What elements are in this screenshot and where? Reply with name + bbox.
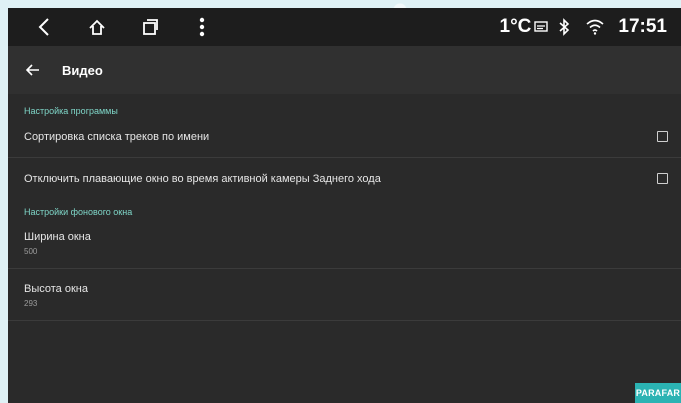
setting-label: Сортировка списка треков по имени xyxy=(24,130,210,143)
section-header-program: Настройка программы xyxy=(24,106,118,116)
status-bar: 1°C 17:51 xyxy=(8,8,681,46)
section-header-background-window: Настройки фонового окна xyxy=(24,207,133,217)
setting-label: Отключить плавающие окно во время активн… xyxy=(24,172,381,185)
setting-disable-floating-window[interactable]: Отключить плавающие окно во время активн… xyxy=(8,158,681,199)
clock-text: 17:51 xyxy=(618,16,667,37)
temperature-text: 1°C xyxy=(499,16,532,37)
checkbox[interactable] xyxy=(657,131,668,142)
page-title: Видео xyxy=(62,62,103,78)
setting-label: Высота окна xyxy=(24,283,88,295)
settings-list: Настройка программы Сортировка списка тр… xyxy=(8,94,681,321)
wifi-icon xyxy=(586,19,604,35)
home-icon[interactable] xyxy=(86,13,108,41)
setting-value: 500 xyxy=(24,247,38,256)
head-unit-screen: 1°C 17:51 Видео Настройка программы Сорт… xyxy=(8,8,681,403)
setting-value: 293 xyxy=(24,299,38,308)
back-nav-icon[interactable] xyxy=(34,13,54,41)
more-icon[interactable] xyxy=(196,13,208,41)
checkbox[interactable] xyxy=(657,173,668,184)
status-indicators: 1°C 17:51 xyxy=(500,8,668,46)
setting-window-width[interactable]: Ширина окна 500 xyxy=(8,217,681,269)
setting-sort-tracks[interactable]: Сортировка списка треков по имени xyxy=(8,116,681,158)
watermark-logo: PARAFAR xyxy=(635,383,681,403)
recents-icon[interactable] xyxy=(140,13,160,41)
bluetooth-icon xyxy=(558,18,570,36)
back-arrow-icon[interactable] xyxy=(26,62,42,78)
setting-window-height[interactable]: Высота окна 293 xyxy=(8,269,681,321)
app-bar: Видео xyxy=(8,46,681,94)
setting-label: Ширина окна xyxy=(24,231,91,243)
cast-icon xyxy=(534,21,549,33)
